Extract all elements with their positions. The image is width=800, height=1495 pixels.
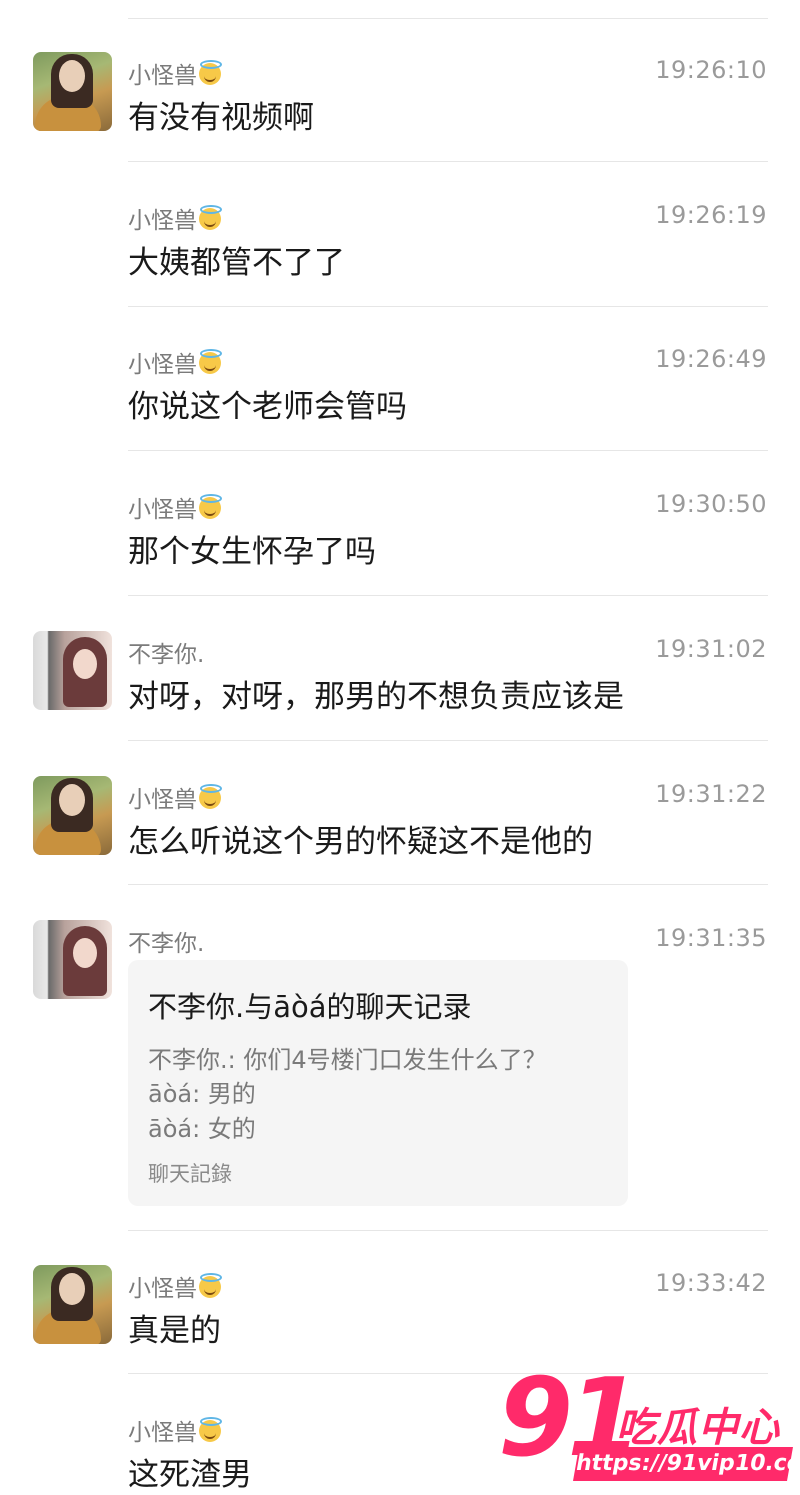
message-text: 真是的 bbox=[128, 1313, 221, 1349]
halo-smile-icon bbox=[199, 1273, 222, 1298]
divider bbox=[128, 161, 768, 162]
divider bbox=[128, 595, 768, 596]
chat-record-card[interactable]: 不李你.与āòá的聊天记录 不李你.: 你们4号楼门口发生什么了？ āòá: 男… bbox=[128, 960, 628, 1206]
avatar[interactable] bbox=[33, 1265, 112, 1344]
halo-smile-icon bbox=[199, 205, 222, 230]
divider bbox=[128, 450, 768, 451]
chat-record-footer: 聊天記錄 bbox=[148, 1162, 232, 1186]
avatar[interactable] bbox=[33, 631, 112, 710]
message-text: 大姨都管不了了 bbox=[128, 245, 345, 281]
halo-smile-icon bbox=[199, 1417, 222, 1442]
message-text: 你说这个老师会管吗 bbox=[128, 389, 407, 425]
halo-smile-icon bbox=[199, 349, 222, 374]
timestamp: 19:31:35 bbox=[655, 924, 767, 952]
avatar[interactable] bbox=[33, 776, 112, 855]
sender-name: 小怪兽 bbox=[128, 201, 222, 235]
timestamp: 19:31:02 bbox=[655, 635, 767, 663]
message-text: 有没有视频啊 bbox=[128, 100, 314, 136]
halo-smile-icon bbox=[199, 60, 222, 85]
divider bbox=[128, 306, 768, 307]
sender-name: 不李你. bbox=[128, 642, 205, 668]
timestamp: 19:26:19 bbox=[655, 201, 767, 229]
timestamp: 19:26:10 bbox=[655, 56, 767, 84]
divider bbox=[128, 1230, 768, 1231]
timestamp: 19:33:42 bbox=[655, 1269, 767, 1297]
sender-name: 小怪兽 bbox=[128, 345, 222, 379]
halo-smile-icon bbox=[199, 784, 222, 809]
message-text: 对呀，对呀，那男的不想负责应该是 bbox=[128, 679, 624, 715]
chat-record-line: āòá: 女的 bbox=[148, 1115, 256, 1143]
sender-name: 不李你. bbox=[128, 931, 205, 957]
message-text: 那个女生怀孕了吗 bbox=[128, 534, 376, 570]
avatar[interactable] bbox=[33, 920, 112, 999]
chat-record-line: āòá: 男的 bbox=[148, 1080, 256, 1108]
divider bbox=[128, 740, 768, 741]
watermark: 91 吃瓜中心 https://91vip10.com bbox=[498, 1365, 800, 1490]
sender-name: 小怪兽 bbox=[128, 56, 222, 90]
chat-record-title: 不李你.与āòá的聊天记录 bbox=[148, 990, 472, 1024]
sender-name: 小怪兽 bbox=[128, 490, 222, 524]
sender-name: 小怪兽 bbox=[128, 780, 222, 814]
divider bbox=[128, 18, 768, 19]
watermark-title: 吃瓜中心 bbox=[616, 1405, 780, 1451]
chat-record-line: 不李你.: 你们4号楼门口发生什么了？ bbox=[148, 1046, 547, 1074]
timestamp: 19:26:49 bbox=[655, 345, 767, 373]
message-text: 怎么听说这个男的怀疑这不是他的 bbox=[128, 824, 593, 860]
divider bbox=[128, 884, 768, 885]
timestamp: 19:31:22 bbox=[655, 780, 767, 808]
watermark-url: https://91vip10.com bbox=[573, 1447, 800, 1481]
message-text: 这死渣男 bbox=[128, 1457, 252, 1493]
sender-name: 小怪兽 bbox=[128, 1269, 222, 1303]
halo-smile-icon bbox=[199, 494, 222, 519]
sender-name: 小怪兽 bbox=[128, 1413, 222, 1447]
avatar[interactable] bbox=[33, 52, 112, 131]
timestamp: 19:30:50 bbox=[655, 490, 767, 518]
